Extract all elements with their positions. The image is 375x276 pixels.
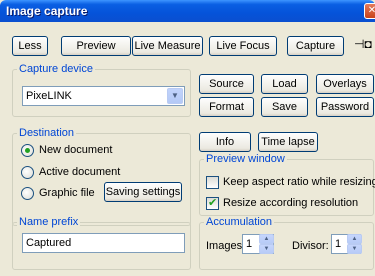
chevron-down-icon[interactable]: ▼ <box>259 244 274 254</box>
live-focus-button[interactable]: Live Focus <box>209 36 277 56</box>
chevron-down-icon[interactable]: ▼ <box>167 88 183 104</box>
images-label: Images: <box>206 240 246 252</box>
active-document-label[interactable]: Active document <box>39 166 120 179</box>
capture-device-value: PixeLINK <box>26 90 72 102</box>
window-title: Image capture <box>6 4 88 18</box>
save-button[interactable]: Save <box>261 97 308 117</box>
time-lapse-button[interactable]: Time lapse <box>258 132 318 152</box>
chevron-up-icon[interactable]: ▲ <box>259 234 274 244</box>
load-button[interactable]: Load <box>261 74 308 94</box>
divisor-stepper[interactable]: ▲ ▼ <box>347 234 362 254</box>
keep-aspect-checkbox[interactable] <box>206 176 219 189</box>
close-icon[interactable]: ✕ <box>364 3 375 19</box>
capture-device-select[interactable]: PixeLINK ▼ <box>22 86 185 106</box>
radio-active-document[interactable] <box>21 166 34 179</box>
saving-settings-button[interactable]: Saving settings <box>104 182 182 202</box>
resize-resolution-checkbox[interactable] <box>206 196 219 210</box>
capture-button[interactable]: Capture <box>287 36 344 56</box>
live-measure-button[interactable]: Live Measure <box>132 36 203 56</box>
radio-new-document[interactable] <box>21 144 34 157</box>
accumulation-legend: Accumulation <box>204 216 275 228</box>
resize-resolution-label[interactable]: Resize according resolution <box>223 197 358 210</box>
source-button[interactable]: Source <box>199 74 254 94</box>
title-bar[interactable]: Image capture ✕ <box>0 0 375 22</box>
name-prefix-legend: Name prefix <box>17 216 81 228</box>
chevron-up-icon[interactable]: ▲ <box>347 234 362 244</box>
capture-device-legend: Capture device <box>17 63 95 75</box>
name-prefix-input[interactable]: Captured <box>22 233 185 253</box>
destination-legend: Destination <box>17 127 77 139</box>
divisor-label: Divisor: <box>292 240 329 252</box>
dialog-body: Less Preview Live Measure Live Focus Cap… <box>3 22 375 276</box>
name-prefix-value: Captured <box>26 237 72 249</box>
chevron-down-icon[interactable]: ▼ <box>347 244 362 254</box>
images-stepper[interactable]: ▲ ▼ <box>259 234 274 254</box>
new-document-label[interactable]: New document <box>39 144 112 157</box>
preview-button[interactable]: Preview <box>61 36 131 56</box>
pin-icon[interactable]: ⊣⁠◘ <box>354 37 372 51</box>
divisor-value: 1 <box>335 238 342 250</box>
less-button[interactable]: Less <box>12 36 48 56</box>
overlays-button[interactable]: Overlays <box>316 74 374 94</box>
images-value: 1 <box>246 238 253 250</box>
preview-window-legend: Preview window <box>204 153 287 165</box>
info-button[interactable]: Info <box>199 132 251 152</box>
password-button[interactable]: Password <box>316 97 374 117</box>
format-button[interactable]: Format <box>199 97 254 117</box>
graphic-file-label[interactable]: Graphic file <box>39 187 95 200</box>
keep-aspect-label[interactable]: Keep aspect ratio while resizing <box>223 176 375 189</box>
image-capture-window: Image capture ✕ Less Preview Live Measur… <box>0 0 375 276</box>
radio-graphic-file[interactable] <box>21 187 34 200</box>
